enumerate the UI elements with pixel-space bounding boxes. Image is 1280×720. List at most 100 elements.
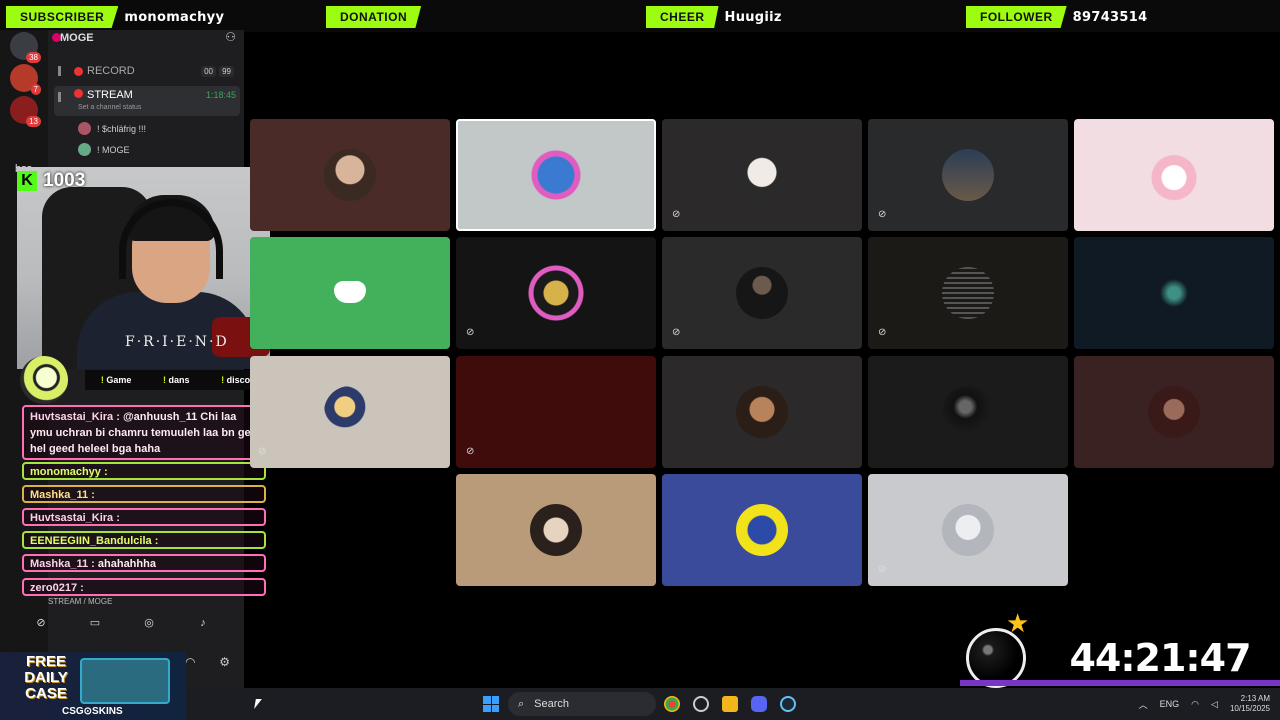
home-button[interactable]: 38 <box>10 32 41 63</box>
alert-value: Huugiiz <box>724 9 782 25</box>
chat-message: EENEEGIIN_Bandulcila : <box>22 531 266 549</box>
participant-avatar <box>324 386 376 438</box>
participant-tile[interactable] <box>250 119 450 231</box>
alert-cheer: CHEER Huugiiz <box>646 6 782 28</box>
search-label: Search <box>534 698 570 710</box>
volume-icon[interactable]: ◁ <box>1211 699 1218 710</box>
chat-message: zero0217 : <box>22 578 266 596</box>
alert-donation: DONATION <box>326 6 427 28</box>
participant-tile[interactable] <box>250 237 450 349</box>
soundboard-icon[interactable]: ♪ <box>196 617 210 629</box>
participant-avatar <box>736 504 788 556</box>
server-icon[interactable]: 13 <box>10 96 41 127</box>
participant-tile[interactable] <box>1074 237 1274 349</box>
participant-tile[interactable] <box>868 356 1068 468</box>
user-controls: ◠ ⚙ <box>185 655 230 669</box>
participant-tile[interactable] <box>868 119 1068 231</box>
voice-member[interactable]: ! $chläfrig !!! <box>78 122 146 135</box>
mascot-icon <box>20 356 68 404</box>
server-name[interactable]: MOGE <box>60 32 94 44</box>
speaker-icon <box>58 92 68 102</box>
viewer-count: 1003 <box>43 170 86 191</box>
clock[interactable]: 2:13 AM 10/15/2025 <box>1230 694 1270 714</box>
live-dot <box>74 89 83 98</box>
chat-username: Mashka_11 : <box>30 489 95 501</box>
participant-tile[interactable] <box>456 474 656 586</box>
participant-avatar <box>324 149 376 201</box>
chat-text: ahahahhha <box>97 558 156 570</box>
voice-channel-record[interactable]: RECORD 00 99 <box>54 60 240 82</box>
language-indicator[interactable]: ENG <box>1160 699 1180 709</box>
participant-tile[interactable] <box>662 119 862 231</box>
command-bar: Game dans discord <box>85 370 275 390</box>
clock-time: 2:13 AM <box>1240 694 1270 703</box>
participant-tile[interactable] <box>868 474 1068 586</box>
chip: 99 <box>219 65 234 77</box>
headphones-icon[interactable]: ◠ <box>185 655 195 669</box>
channel-status[interactable]: Set a channel status <box>78 104 141 111</box>
avatar <box>78 122 91 135</box>
mic-off-icon <box>672 209 684 221</box>
camera-off-icon[interactable]: ⊘ <box>34 617 48 629</box>
spark-star-icon: ★ <box>1006 608 1030 638</box>
participant-tile[interactable] <box>662 237 862 349</box>
steam-icon[interactable] <box>780 696 796 712</box>
participant-avatar <box>1148 386 1200 438</box>
add-user-icon[interactable]: ⚇ <box>225 30 236 44</box>
voice-channel-stream[interactable]: STREAM 1:18:45 Set a channel status <box>54 86 240 116</box>
taskbar-search[interactable]: ⌕ Search <box>508 692 656 716</box>
discord-icon <box>334 281 366 303</box>
chip: 00 <box>201 65 216 77</box>
kick-viewer-count: K 1003 <box>17 170 85 192</box>
participant-tile[interactable] <box>662 356 862 468</box>
command: Game <box>101 375 131 385</box>
participant-tile[interactable] <box>662 474 862 586</box>
avatar <box>78 143 91 156</box>
voice-timer: 1:18:45 <box>205 90 236 100</box>
participant-tile[interactable] <box>456 237 656 349</box>
participant-tile-speaking[interactable] <box>456 119 656 231</box>
participant-tile[interactable] <box>250 356 450 468</box>
discord-taskbar-icon[interactable] <box>751 696 767 712</box>
participant-avatar <box>530 504 582 556</box>
search-icon: ⌕ <box>518 697 525 710</box>
alert-subscriber: SUBSCRIBER monomachyy <box>6 6 224 28</box>
chrome-icon[interactable] <box>664 696 680 712</box>
voice-connected-status[interactable]: STREAM / MOGE <box>48 597 112 606</box>
app-icon[interactable] <box>693 696 709 712</box>
settings-gear-icon[interactable]: ⚙ <box>219 655 230 669</box>
member-name: ! MOGE <box>97 144 130 155</box>
participant-tile[interactable] <box>456 356 656 468</box>
sponsor-ad[interactable]: FREE DAILY CASE CSG⊙SKINS <box>0 652 186 720</box>
file-explorer-icon[interactable] <box>722 696 738 712</box>
ad-headline: FREE DAILY CASE <box>24 653 68 702</box>
screen-share-icon[interactable]: ▭ <box>88 617 102 629</box>
activity-icon[interactable]: ◎ <box>142 617 156 629</box>
participant-avatar <box>1148 267 1200 319</box>
chat-username: zero0217 : <box>30 582 84 594</box>
live-dot <box>74 66 83 76</box>
alert-value: monomachyy <box>124 9 225 25</box>
system-tray: ︿ ENG ◠ ◁ 2:13 AM 10/15/2025 <box>1139 692 1270 716</box>
chat-username: Mashka_11 : <box>30 558 95 570</box>
chevron-up-icon[interactable]: ︿ <box>1139 698 1148 711</box>
participant-tile[interactable] <box>1074 119 1274 231</box>
notification-badge: 38 <box>26 52 41 63</box>
alert-label: CHEER <box>646 6 719 28</box>
ad-brand: CSG⊙SKINS <box>62 706 123 717</box>
alert-follower: FOLLOWER 89743514 <box>966 6 1147 28</box>
windows-start-icon[interactable] <box>483 696 499 712</box>
voice-controls: ⊘ ▭ ◎ ♪ <box>14 617 230 635</box>
voice-member[interactable]: ! MOGE <box>78 143 130 156</box>
chat-message: Huvtsastai_Kira : <box>22 508 266 526</box>
speaker-icon <box>58 66 68 76</box>
notification-badge: 13 <box>26 116 41 127</box>
wifi-icon[interactable]: ◠ <box>1191 699 1199 710</box>
server-icon[interactable]: 7 <box>10 64 41 95</box>
participant-tile[interactable] <box>1074 356 1274 468</box>
kick-logo-icon: K <box>17 171 37 191</box>
participant-avatar <box>736 149 788 201</box>
channel-name: STREAM <box>87 89 133 101</box>
participant-tile[interactable] <box>868 237 1068 349</box>
mic-off-icon <box>466 446 478 458</box>
